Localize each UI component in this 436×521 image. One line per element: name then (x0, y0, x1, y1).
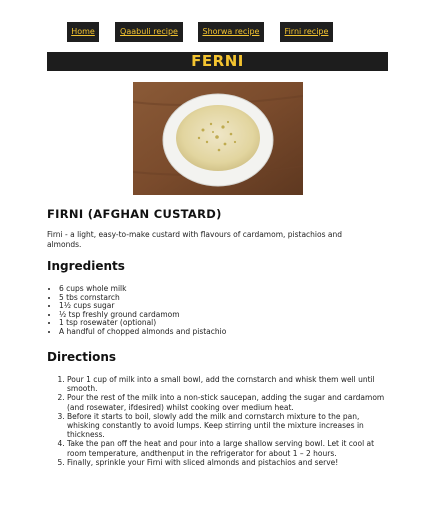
nav-link-shorwa-recipe[interactable]: Shorwa recipe (198, 22, 264, 42)
direction-step: Before it starts to boil, slowly add the… (67, 412, 387, 440)
ingredients-list: 6 cups whole milk 5 tbs cornstarch 1½ cu… (47, 284, 226, 337)
recipe-intro: Firni - a light, easy-to-make custard wi… (47, 230, 343, 249)
nav-link-qaabuli-recipe[interactable]: Qaabuli recipe (115, 22, 183, 42)
direction-step: Pour 1 cup of milk into a small bowl, ad… (67, 375, 387, 393)
main-nav: Home Qaabuli recipe Shorwa recipe Firni … (0, 22, 436, 42)
page-banner: FERNI (47, 52, 388, 71)
nav-link-home[interactable]: Home (67, 22, 99, 42)
recipe-title: FIRNI (AFGHAN CUSTARD) (47, 207, 222, 221)
ingredients-heading: Ingredients (47, 259, 125, 273)
direction-step: Finally, sprinkle your Firni with sliced… (67, 458, 387, 467)
recipe-photo (133, 82, 303, 195)
firni-bowl-image (133, 82, 303, 195)
direction-step: Take the pan off the heat and pour into … (67, 439, 387, 457)
direction-step: Pour the rest of the milk into a non-sti… (67, 393, 387, 411)
directions-list: Pour 1 cup of milk into a small bowl, ad… (47, 375, 387, 467)
nav-link-firni-recipe[interactable]: Firni recipe (280, 22, 333, 42)
directions-heading: Directions (47, 350, 117, 364)
ingredient-item: A handful of chopped almonds and pistach… (59, 327, 226, 337)
